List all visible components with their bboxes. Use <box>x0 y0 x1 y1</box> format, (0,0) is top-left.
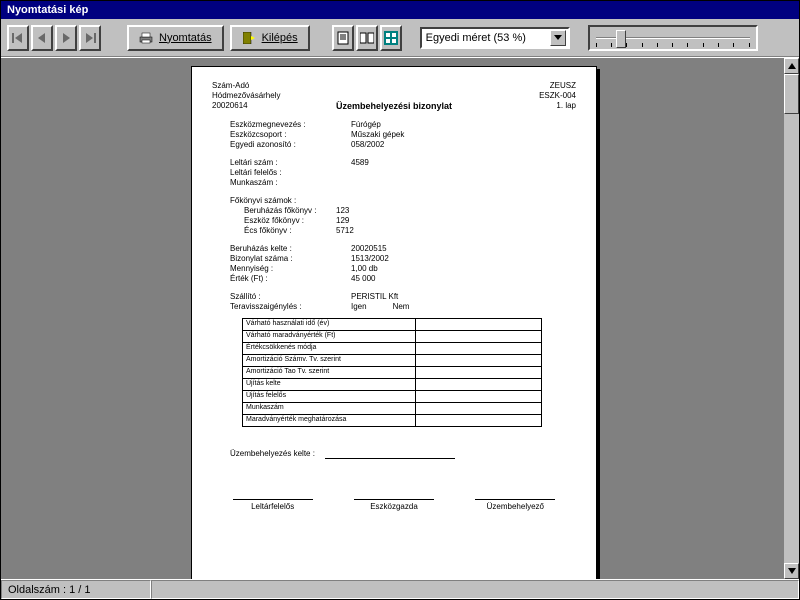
hdr-form: ESZK-004 <box>539 91 576 101</box>
exit-button[interactable]: Kilépés <box>230 25 310 51</box>
view-single-page-button[interactable] <box>332 25 354 51</box>
zoom-select-value: Egyedi méret (53 %) <box>426 32 546 44</box>
hdr-company: Szám-Adó <box>212 81 280 91</box>
prev-page-button[interactable] <box>31 25 53 51</box>
window-title: Nyomtatási kép <box>7 4 88 16</box>
signature-row: Leltárfelelős Eszközgazda Üzembehelyező <box>212 499 576 512</box>
fields-block-3: Beruházás kelte :20020515 Bizonylat szám… <box>230 244 576 284</box>
last-page-button[interactable] <box>79 25 101 51</box>
first-page-button[interactable] <box>7 25 29 51</box>
preview-page: Szám-Adó Hódmezővásárhely 20020614 ZEUSZ… <box>191 66 597 579</box>
window-titlebar: Nyomtatási kép <box>1 1 799 19</box>
fk-block: Főkönyvi számok : Beruházás főkönyv :123… <box>230 196 576 236</box>
commission-date-line: Üzembehelyezés kelte : <box>230 449 576 459</box>
scroll-thumb[interactable] <box>784 74 799 114</box>
page-content: Szám-Adó Hódmezővásárhely 20020614 ZEUSZ… <box>212 81 576 579</box>
view-multi-page-button[interactable] <box>380 25 402 51</box>
view-facing-pages-button[interactable] <box>356 25 378 51</box>
nav-group <box>7 25 101 51</box>
statusbar: Oldalszám : 1 / 1 <box>1 579 799 599</box>
scroll-down-button[interactable] <box>784 563 799 579</box>
chevron-down-icon <box>550 30 566 46</box>
print-preview-window: Nyomtatási kép Nyomtatás <box>0 0 800 600</box>
exit-label: Kilépés <box>262 32 298 44</box>
print-button[interactable]: Nyomtatás <box>127 25 224 51</box>
status-filler <box>151 580 799 599</box>
toolbar: Nyomtatás Kilépés Egyedi méret (53 %) <box>1 19 799 57</box>
zoom-select[interactable]: Egyedi méret (53 %) <box>420 27 570 49</box>
vertical-scrollbar[interactable] <box>783 58 799 579</box>
status-page-count: Oldalszám : 1 / 1 <box>1 580 151 599</box>
supplier-block: Szállító :PERISTIL Kft Teravisszaigénylé… <box>230 292 576 312</box>
fields-block-1: Eszközmegnevezés :Fúrógép Eszközcsoport … <box>230 120 576 150</box>
slider-ticks <box>596 43 750 47</box>
scroll-track[interactable] <box>784 74 799 563</box>
client-area: Szám-Adó Hódmezővásárhely 20020614 ZEUSZ… <box>1 57 799 579</box>
detail-table: Várható használati idő (év) Várható mara… <box>242 318 542 427</box>
scroll-up-button[interactable] <box>784 58 799 74</box>
zoom-slider[interactable] <box>588 25 758 51</box>
exit-icon <box>242 31 256 45</box>
hdr-city: Hódmezővásárhely <box>212 91 280 101</box>
preview-canvas: Szám-Adó Hódmezővásárhely 20020614 ZEUSZ… <box>1 58 783 579</box>
printer-icon <box>139 31 153 45</box>
fields-block-2: Leltári szám :4589 Leltári felelős : Mun… <box>230 158 576 188</box>
next-page-button[interactable] <box>55 25 77 51</box>
print-label: Nyomtatás <box>159 32 212 44</box>
hdr-page: 1. lap <box>539 101 576 111</box>
hdr-date: 20020614 <box>212 101 280 111</box>
hdr-system: ZEUSZ <box>539 81 576 91</box>
view-mode-group <box>332 25 402 51</box>
